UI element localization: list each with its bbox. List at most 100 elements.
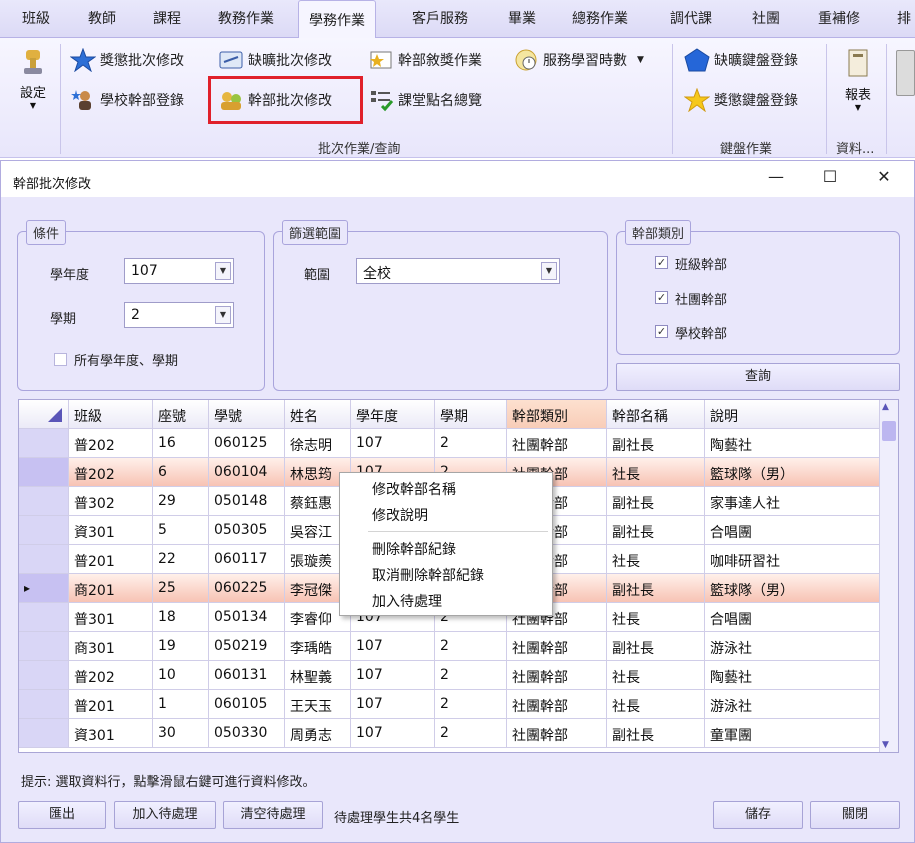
close-button[interactable]: 關閉 (810, 801, 900, 829)
table-cell[interactable]: 副社長 (607, 487, 705, 516)
menu-item-add-pending[interactable]: 加入待處理 (372, 591, 442, 611)
table-cell[interactable]: 副社長 (607, 516, 705, 545)
vertical-scrollbar[interactable]: ▲ ▼ (879, 400, 898, 752)
add-pending-button[interactable]: 加入待處理 (114, 801, 216, 829)
row-header[interactable] (19, 487, 69, 516)
save-button[interactable]: 儲存 (713, 801, 803, 829)
club-cadre-checkbox[interactable]: ✓ (655, 291, 668, 304)
scrollbar-thumb[interactable] (882, 421, 896, 441)
row-header[interactable] (19, 632, 69, 661)
table-cell[interactable]: 6 (153, 458, 209, 487)
table-cell[interactable]: 社團幹部 (507, 632, 607, 661)
range-select[interactable]: 全校 ▼ (356, 258, 560, 284)
table-cell[interactable]: 060117 (209, 545, 285, 574)
tab-general-affairs[interactable]: 總務作業 (572, 8, 628, 28)
table-cell[interactable]: 18 (153, 603, 209, 632)
table-cell[interactable]: 李瑀皓 (285, 632, 351, 661)
all-years-checkbox[interactable] (54, 353, 67, 366)
row-header[interactable] (19, 603, 69, 632)
absence-batch-button[interactable]: 缺曠批次修改 (218, 48, 332, 72)
tab-substitute[interactable]: 調代課 (670, 8, 712, 28)
minimize-icon[interactable]: — (761, 167, 791, 186)
query-button[interactable]: 查詢 (616, 363, 900, 391)
column-header[interactable]: 學號 (209, 400, 285, 429)
service-hours-button[interactable]: 服務學習時數 ▼ (513, 48, 644, 72)
table-cell[interactable]: 資301 (69, 719, 153, 748)
tab-course[interactable]: 課程 (153, 8, 181, 28)
table-cell[interactable]: 社長 (607, 545, 705, 574)
tab-graduation[interactable]: 畢業 (508, 8, 536, 28)
table-cell[interactable]: 社團幹部 (507, 661, 607, 690)
table-cell[interactable]: 050148 (209, 487, 285, 516)
cadre-reward-button[interactable]: 幹部敘獎作業 (368, 48, 482, 72)
row-header[interactable] (19, 458, 69, 487)
table-cell[interactable]: 107 (351, 690, 435, 719)
column-header[interactable]: 座號 (153, 400, 209, 429)
table-cell[interactable]: 社長 (607, 661, 705, 690)
table-cell[interactable]: 050219 (209, 632, 285, 661)
menu-item-edit-cadre-name[interactable]: 修改幹部名稱 (372, 479, 456, 499)
settings-button[interactable]: 設定 ▼ (18, 48, 48, 110)
table-cell[interactable]: 16 (153, 429, 209, 458)
row-header[interactable] (19, 719, 69, 748)
tab-teacher[interactable]: 教師 (88, 8, 116, 28)
menu-item-edit-description[interactable]: 修改說明 (372, 505, 428, 525)
menu-item-delete-record[interactable]: 刪除幹部紀錄 (372, 539, 456, 559)
tab-club[interactable]: 社團 (752, 8, 780, 28)
tab-customer-service[interactable]: 客戶服務 (412, 8, 468, 28)
table-cell[interactable]: 060131 (209, 661, 285, 690)
table-cell[interactable]: 25 (153, 574, 209, 603)
table-cell[interactable]: 家事達人社 (705, 487, 880, 516)
reward-keyin-button[interactable]: 獎懲鍵盤登錄 (684, 88, 798, 112)
table-cell[interactable]: 060104 (209, 458, 285, 487)
table-cell[interactable]: 周勇志 (285, 719, 351, 748)
scroll-up-icon[interactable]: ▲ (882, 402, 889, 412)
table-cell[interactable]: 1 (153, 690, 209, 719)
row-header[interactable] (19, 545, 69, 574)
table-cell[interactable]: 社長 (607, 690, 705, 719)
table-cell[interactable]: 050330 (209, 719, 285, 748)
table-cell[interactable]: 籃球隊（男） (705, 458, 880, 487)
table-cell[interactable]: 陶藝社 (705, 429, 880, 458)
tab-schedule[interactable]: 排 (897, 8, 911, 28)
table-cell[interactable]: 050305 (209, 516, 285, 545)
column-header[interactable]: 學年度 (351, 400, 435, 429)
table-cell[interactable]: 王天玉 (285, 690, 351, 719)
table-cell[interactable]: 29 (153, 487, 209, 516)
table-cell[interactable]: 副社長 (607, 719, 705, 748)
tab-academic[interactable]: 教務作業 (218, 8, 274, 28)
table-row[interactable]: 普201 1 060105 王天玉 107 2 社團幹部 社長 游泳社 (19, 690, 880, 719)
table-cell[interactable]: 060225 (209, 574, 285, 603)
year-select[interactable]: 107 ▼ (124, 258, 234, 284)
table-cell[interactable]: 2 (435, 632, 507, 661)
column-header[interactable]: 姓名 (285, 400, 351, 429)
column-header[interactable]: 學期 (435, 400, 507, 429)
table-cell[interactable]: 陶藝社 (705, 661, 880, 690)
table-cell[interactable]: 2 (435, 690, 507, 719)
table-cell[interactable]: 社團幹部 (507, 690, 607, 719)
column-header[interactable]: 幹部名稱 (607, 400, 705, 429)
table-cell[interactable]: 2 (435, 661, 507, 690)
table-cell[interactable]: 資301 (69, 516, 153, 545)
table-cell[interactable]: 社團幹部 (507, 429, 607, 458)
table-cell[interactable]: 咖啡研習社 (705, 545, 880, 574)
table-cell[interactable]: 050134 (209, 603, 285, 632)
table-cell[interactable]: 社團幹部 (507, 719, 607, 748)
table-cell[interactable]: 107 (351, 429, 435, 458)
table-cell[interactable]: 普301 (69, 603, 153, 632)
table-cell[interactable]: 社長 (607, 458, 705, 487)
row-header[interactable] (19, 690, 69, 719)
table-cell[interactable]: 普202 (69, 458, 153, 487)
scroll-down-icon[interactable]: ▼ (882, 740, 889, 750)
table-cell[interactable]: 107 (351, 719, 435, 748)
table-cell[interactable]: 5 (153, 516, 209, 545)
table-cell[interactable]: 107 (351, 661, 435, 690)
school-cadre-checkbox[interactable]: ✓ (655, 325, 668, 338)
class-cadre-checkbox[interactable]: ✓ (655, 256, 668, 269)
table-cell[interactable]: 30 (153, 719, 209, 748)
class-rollcall-button[interactable]: 課堂點名總覽 (368, 88, 482, 112)
tab-makeup[interactable]: 重補修 (818, 8, 860, 28)
table-cell[interactable]: 社長 (607, 603, 705, 632)
table-cell[interactable]: 060105 (209, 690, 285, 719)
row-header[interactable] (19, 429, 69, 458)
